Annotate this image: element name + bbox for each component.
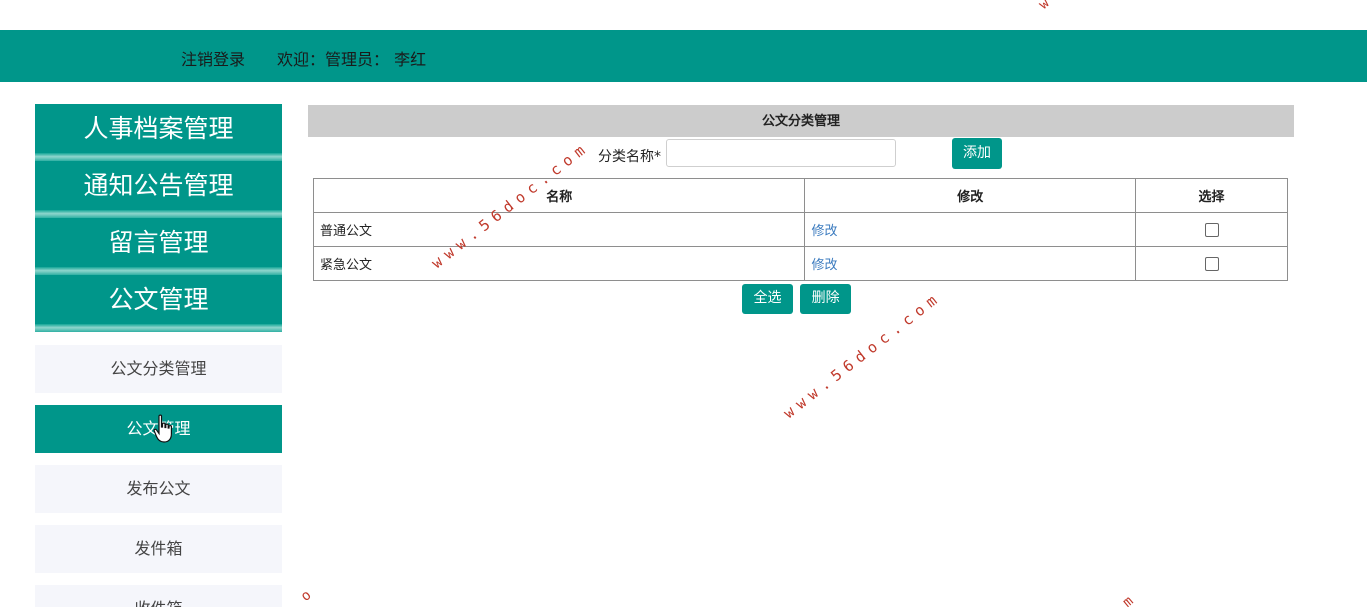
sidebar: 人事档案管理 通知公告管理 留言管理 公文管理 公文分类管理 公文管理 发布公文…: [35, 104, 282, 607]
edit-link[interactable]: 修改: [811, 258, 837, 273]
row-name-cell: 普通公文: [312, 212, 806, 247]
category-name-input[interactable]: [666, 139, 896, 167]
edit-link[interactable]: 修改: [811, 224, 837, 239]
page: 注销登录 欢迎：管理员： 李红 人事档案管理 通知公告管理 留言管理 公文管理 …: [0, 0, 1367, 607]
category-form: 分类名称* 添加: [308, 137, 1294, 175]
main-content: 公文分类管理 分类名称* 添加 名称 修改 选择 普通公文 修改 紧急公文 修改…: [308, 105, 1294, 314]
sidebar-item-document-category[interactable]: 公文分类管理: [35, 345, 282, 393]
category-table: 名称 修改 选择 普通公文 修改 紧急公文 修改: [312, 178, 1288, 281]
logout-link[interactable]: 注销登录: [181, 46, 245, 70]
row-edit-cell: 修改: [804, 246, 1137, 281]
sidebar-major-document[interactable]: 公文管理: [35, 275, 282, 332]
add-button[interactable]: 添加: [952, 138, 1002, 169]
row-checkbox[interactable]: [1204, 256, 1219, 271]
sidebar-item-outbox[interactable]: 发件箱: [35, 525, 282, 573]
row-select-cell: [1135, 212, 1288, 247]
table-actions: 全选 删除: [742, 284, 853, 314]
column-header-edit: 修改: [804, 178, 1137, 213]
sidebar-item-publish-document[interactable]: 发布公文: [35, 465, 282, 513]
hand-pointer-icon: [153, 414, 172, 443]
sidebar-major-personnel-archive[interactable]: 人事档案管理: [35, 104, 282, 161]
column-header-name: 名称: [312, 178, 806, 213]
sidebar-major-message[interactable]: 留言管理: [35, 218, 282, 275]
top-header-bar: 注销登录 欢迎：管理员： 李红: [0, 30, 1367, 82]
table-header-row: 名称 修改 选择: [312, 178, 1288, 213]
column-header-select: 选择: [1135, 178, 1288, 213]
select-all-button[interactable]: 全选: [742, 284, 793, 314]
watermark-fragment: o: [297, 587, 315, 605]
delete-button[interactable]: 删除: [800, 284, 852, 314]
row-edit-cell: 修改: [804, 212, 1137, 247]
sidebar-item-inbox[interactable]: 收件箱: [35, 585, 282, 607]
row-name-cell: 紧急公文: [312, 246, 806, 281]
sidebar-major-notice[interactable]: 通知公告管理: [35, 161, 282, 218]
watermark-fragment: w: [1035, 0, 1053, 13]
row-select-cell: [1135, 246, 1288, 281]
watermark-fragment: m: [1119, 593, 1137, 607]
panel-title: 公文分类管理: [308, 105, 1294, 137]
row-checkbox[interactable]: [1204, 222, 1219, 237]
category-name-label: 分类名称*: [598, 149, 661, 165]
welcome-text: 欢迎：管理员： 李红: [277, 50, 427, 69]
